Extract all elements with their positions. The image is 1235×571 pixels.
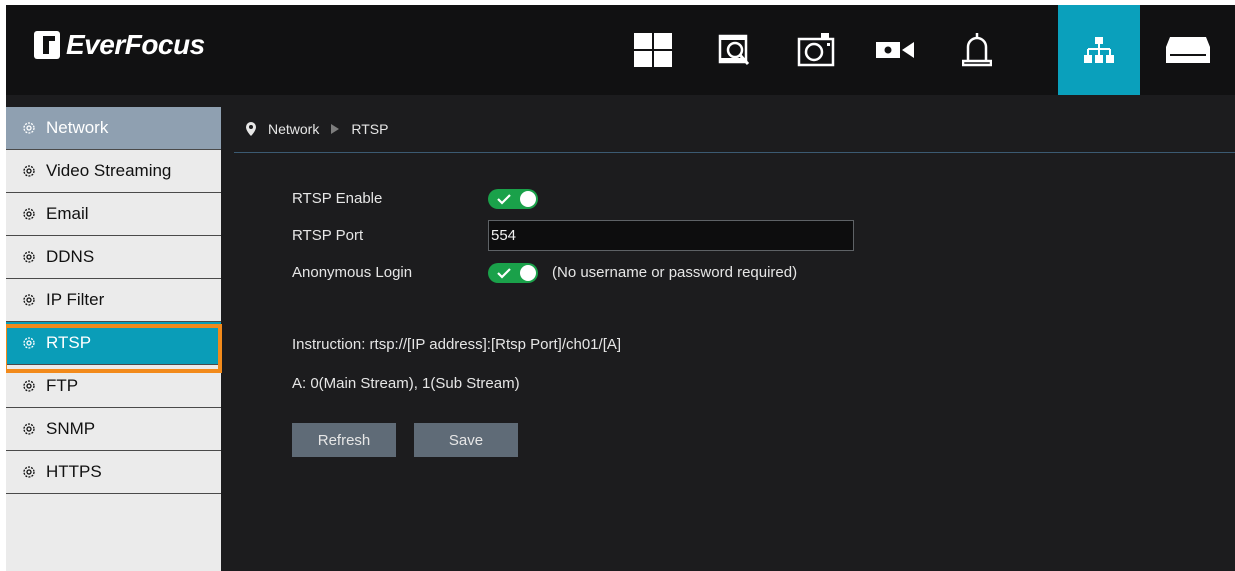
network-icon[interactable] — [1058, 5, 1140, 95]
divider — [234, 152, 1235, 153]
gear-icon — [23, 380, 35, 392]
stream-note-text: A: 0(Main Stream), 1(Sub Stream) — [292, 375, 520, 392]
sidebar-item-https[interactable]: HTTPS — [6, 451, 221, 494]
logo-mark-icon — [34, 31, 60, 59]
rtsp-port-input[interactable] — [488, 220, 854, 251]
snapshot-icon[interactable] — [787, 5, 845, 95]
toggle-knob — [520, 265, 536, 281]
sidebar-item-network[interactable]: Network — [6, 107, 221, 150]
sidebar-item-rtsp[interactable]: RTSP — [6, 322, 221, 365]
live-view-icon[interactable] — [624, 5, 682, 95]
anonymous-login-label: Anonymous Login — [292, 264, 413, 281]
everfocus-logo: EverFocus — [34, 29, 205, 61]
location-pin-icon — [246, 122, 256, 136]
sidebar-item-label: Network — [46, 118, 109, 137]
sidebar-item-ip-filter[interactable]: IP Filter — [6, 279, 221, 322]
breadcrumb: Network RTSP — [246, 121, 388, 137]
check-icon — [497, 268, 511, 279]
main-panel: Network RTSP RTSP Enable RTSP Port Anony… — [234, 107, 1235, 571]
sidebar: Network Video Streaming Email DDNS IP Fi… — [6, 107, 222, 571]
rtsp-enable-label: RTSP Enable — [292, 190, 383, 207]
app-window: EverFocus Network Video Streaming Email … — [6, 5, 1235, 571]
sidebar-item-ddns[interactable]: DDNS — [6, 236, 221, 279]
check-icon — [497, 194, 511, 205]
anonymous-login-toggle[interactable] — [488, 263, 538, 283]
rtsp-enable-toggle[interactable] — [488, 189, 538, 209]
sidebar-item-email[interactable]: Email — [6, 193, 221, 236]
playback-icon[interactable] — [706, 5, 764, 95]
gear-icon — [23, 423, 35, 435]
toggle-knob — [520, 191, 536, 207]
camera-icon[interactable] — [866, 5, 924, 95]
sidebar-item-snmp[interactable]: SNMP — [6, 408, 221, 451]
sidebar-item-label: FTP — [46, 376, 79, 395]
gear-icon — [23, 337, 35, 349]
gear-icon — [23, 294, 35, 306]
top-bar: EverFocus — [6, 5, 1235, 95]
breadcrumb-current: RTSP — [351, 121, 389, 137]
breadcrumb-parent[interactable]: Network — [268, 121, 319, 137]
sidebar-item-label: HTTPS — [46, 462, 102, 481]
logo-text: EverFocus — [66, 29, 205, 60]
alarm-icon[interactable] — [948, 5, 1006, 95]
sidebar-item-label: IP Filter — [46, 290, 105, 309]
sidebar-item-label: Video Streaming — [46, 161, 172, 180]
sidebar-item-video-streaming[interactable]: Video Streaming — [6, 150, 221, 193]
anonymous-login-note: (No username or password required) — [552, 264, 798, 281]
gear-icon — [23, 251, 35, 263]
sidebar-item-ftp[interactable]: FTP — [6, 365, 221, 408]
refresh-button[interactable]: Refresh — [292, 423, 396, 457]
storage-icon[interactable] — [1159, 5, 1217, 95]
sidebar-item-label: DDNS — [46, 247, 95, 266]
rtsp-port-label: RTSP Port — [292, 227, 364, 244]
save-button[interactable]: Save — [414, 423, 518, 457]
sidebar-item-label: SNMP — [46, 419, 96, 438]
sidebar-item-label: Email — [46, 204, 89, 223]
gear-icon — [23, 466, 35, 478]
gear-icon — [23, 165, 35, 177]
gear-icon — [23, 122, 35, 134]
gear-icon — [23, 208, 35, 220]
chevron-right-icon — [331, 124, 340, 134]
instruction-text: Instruction: rtsp://[IP address]:[Rtsp P… — [292, 336, 622, 353]
sidebar-item-label: RTSP — [46, 333, 92, 352]
